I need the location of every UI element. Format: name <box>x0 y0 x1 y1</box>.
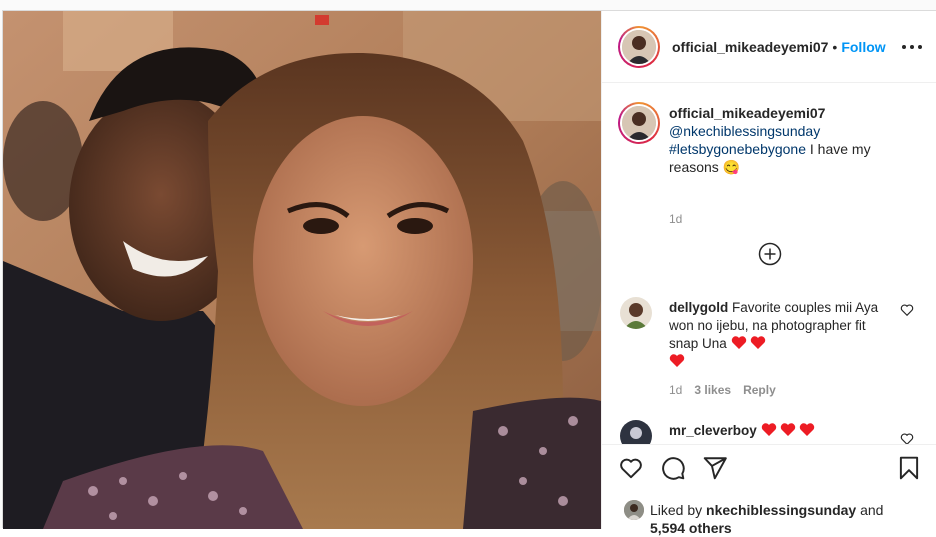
comment-username[interactable]: mr_cleverboy <box>669 423 757 438</box>
avatar[interactable] <box>622 106 656 140</box>
header-username[interactable]: official_mikeadeyemi07 <box>672 39 828 55</box>
reply-button[interactable]: Reply <box>743 383 776 397</box>
more-horizontal-icon[interactable] <box>902 41 922 53</box>
comment-meta: 1d 3 likes Reply <box>669 383 776 397</box>
plus-circle-icon[interactable] <box>758 242 782 266</box>
caption-hashtag[interactable]: #letsbygonebebygone <box>669 141 806 157</box>
bookmark-icon[interactable] <box>896 455 922 481</box>
heart-emoji-icon <box>669 353 685 368</box>
comment-username[interactable]: dellygold <box>669 300 728 315</box>
commenter-avatar[interactable] <box>620 420 652 444</box>
comment-text: dellygold Favorite couples mii Aya won n… <box>669 299 885 371</box>
post-modal: official_mikeadeyemi07 • Follow official… <box>2 10 936 536</box>
post-header: official_mikeadeyemi07 • Follow <box>602 11 936 83</box>
comment-text: mr_cleverboy <box>669 422 885 440</box>
liker-avatar[interactable] <box>624 500 644 520</box>
separator-dot: • <box>832 38 838 55</box>
comment-icon[interactable] <box>660 455 686 481</box>
caption-username[interactable]: official_mikeadeyemi07 <box>669 105 825 121</box>
liked-by-and: and <box>856 502 884 518</box>
story-ring[interactable] <box>618 102 660 144</box>
post-photo[interactable] <box>3 11 601 529</box>
comment-likes[interactable]: 3 likes <box>694 383 731 397</box>
heart-outline-icon[interactable] <box>900 432 914 444</box>
selfie-illustration <box>3 11 601 529</box>
comments-list[interactable]: official_mikeadeyemi07 @nkechiblessingsu… <box>602 84 936 444</box>
heart-outline-icon[interactable] <box>900 303 914 317</box>
liked-by-user[interactable]: nkechiblessingsunday <box>706 502 856 518</box>
heart-emoji-icon <box>761 422 777 437</box>
comment-timestamp[interactable]: 1d <box>669 383 682 397</box>
caption-text: official_mikeadeyemi07 @nkechiblessingsu… <box>669 104 909 176</box>
heart-emoji-icon <box>780 422 796 437</box>
post-sidebar: official_mikeadeyemi07 • Follow official… <box>601 11 936 536</box>
follow-button[interactable]: Follow <box>841 39 885 55</box>
story-ring[interactable] <box>618 25 660 68</box>
commenter-avatar[interactable] <box>620 297 652 329</box>
heart-emoji-icon <box>731 335 747 350</box>
share-icon[interactable] <box>702 455 728 481</box>
page-background: official_mikeadeyemi07 • Follow official… <box>0 0 936 536</box>
heart-emoji-icon <box>750 335 766 350</box>
post-actions: Liked by nkechiblessingsunday and 5,594 … <box>602 444 936 536</box>
heart-icon[interactable] <box>618 455 644 481</box>
liked-by-prefix: Liked by <box>650 502 707 518</box>
likes-count[interactable]: 5,594 others <box>650 520 732 536</box>
heart-emoji-icon <box>799 422 815 437</box>
caption-mention[interactable]: @nkechiblessingsunday <box>669 123 820 139</box>
caption-timestamp[interactable]: 1d <box>669 212 682 226</box>
caption-emoji: 😋 <box>722 159 741 175</box>
avatar[interactable] <box>622 29 656 64</box>
